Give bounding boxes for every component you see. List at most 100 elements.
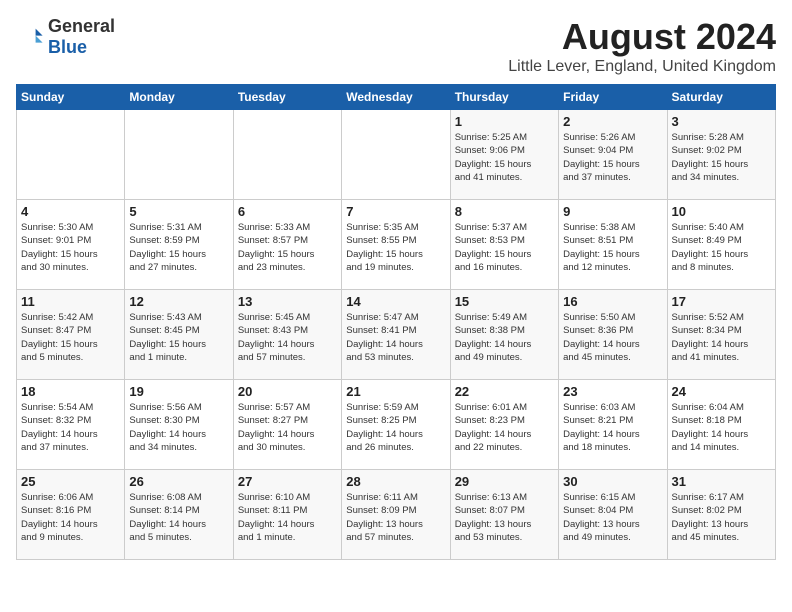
day-detail: Sunrise: 5:38 AM Sunset: 8:51 PM Dayligh… — [563, 221, 662, 274]
calendar-cell — [125, 110, 233, 200]
day-detail: Sunrise: 6:08 AM Sunset: 8:14 PM Dayligh… — [129, 491, 228, 544]
day-detail: Sunrise: 5:52 AM Sunset: 8:34 PM Dayligh… — [672, 311, 771, 364]
calendar-cell: 20Sunrise: 5:57 AM Sunset: 8:27 PM Dayli… — [233, 380, 341, 470]
day-number: 3 — [672, 114, 771, 129]
logo-blue-text: Blue — [48, 37, 87, 57]
day-detail: Sunrise: 6:11 AM Sunset: 8:09 PM Dayligh… — [346, 491, 445, 544]
calendar-week-row: 18Sunrise: 5:54 AM Sunset: 8:32 PM Dayli… — [17, 380, 776, 470]
calendar-cell: 22 Sunrise: 6:01 AM Sunset: 8:23 PM Dayli… — [450, 380, 558, 470]
calendar-cell: 17 Sunrise: 5:52 AM Sunset: 8:34 PM Dayli… — [667, 290, 775, 380]
day-detail: Sunrise: 5:47 AM Sunset: 8:41 PM Dayligh… — [346, 311, 445, 364]
day-detail: Sunrise: 5:33 AM Sunset: 8:57 PM Dayligh… — [238, 221, 337, 274]
day-of-week-header: Saturday — [667, 85, 775, 110]
day-number: 6 — [238, 204, 337, 219]
calendar-cell: 11Sunrise: 5:42 AM Sunset: 8:47 PM Dayli… — [17, 290, 125, 380]
calendar-cell: 25Sunrise: 6:06 AM Sunset: 8:16 PM Dayli… — [17, 470, 125, 560]
day-of-week-header: Wednesday — [342, 85, 450, 110]
day-detail: Sunrise: 5:35 AM Sunset: 8:55 PM Dayligh… — [346, 221, 445, 274]
calendar-cell: 6 Sunrise: 5:33 AM Sunset: 8:57 PM Daylig… — [233, 200, 341, 290]
day-number: 7 — [346, 204, 445, 219]
calendar-cell — [233, 110, 341, 200]
day-detail: Sunrise: 5:40 AM Sunset: 8:49 PM Dayligh… — [672, 221, 771, 274]
day-number: 26 — [129, 474, 228, 489]
calendar-cell: 23Sunrise: 6:03 AM Sunset: 8:21 PM Dayli… — [559, 380, 667, 470]
calendar-cell: 13 Sunrise: 5:45 AM Sunset: 8:43 PM Dayli… — [233, 290, 341, 380]
logo-general-text: General — [48, 16, 115, 36]
calendar-week-row: 11Sunrise: 5:42 AM Sunset: 8:47 PM Dayli… — [17, 290, 776, 380]
day-number: 10 — [672, 204, 771, 219]
calendar-cell: 30Sunrise: 6:15 AM Sunset: 8:04 PM Dayli… — [559, 470, 667, 560]
day-detail: Sunrise: 5:57 AM Sunset: 8:27 PM Dayligh… — [238, 401, 337, 454]
calendar-cell: 10 Sunrise: 5:40 AM Sunset: 8:49 PM Dayli… — [667, 200, 775, 290]
calendar-week-row: 25Sunrise: 6:06 AM Sunset: 8:16 PM Dayli… — [17, 470, 776, 560]
calendar-cell: 3 Sunrise: 5:28 AM Sunset: 9:02 PM Daylig… — [667, 110, 775, 200]
calendar-cell: 26 Sunrise: 6:08 AM Sunset: 8:14 PM Dayli… — [125, 470, 233, 560]
calendar-cell: 2 Sunrise: 5:26 AM Sunset: 9:04 PM Daylig… — [559, 110, 667, 200]
day-number: 13 — [238, 294, 337, 309]
day-detail: Sunrise: 6:01 AM Sunset: 8:23 PM Dayligh… — [455, 401, 554, 454]
day-number: 5 — [129, 204, 228, 219]
day-number: 19 — [129, 384, 228, 399]
day-number: 29 — [455, 474, 554, 489]
day-number: 4 — [21, 204, 120, 219]
calendar-cell: 5Sunrise: 5:31 AM Sunset: 8:59 PM Daylig… — [125, 200, 233, 290]
page-header: General Blue August 2024 Little Lever, E… — [16, 16, 776, 76]
calendar-cell: 15 Sunrise: 5:49 AM Sunset: 8:38 PM Dayli… — [450, 290, 558, 380]
calendar-cell: 12 Sunrise: 5:43 AM Sunset: 8:45 PM Dayli… — [125, 290, 233, 380]
day-detail: Sunrise: 5:28 AM Sunset: 9:02 PM Dayligh… — [672, 131, 771, 184]
logo: General Blue — [16, 16, 115, 58]
calendar-cell: 7 Sunrise: 5:35 AM Sunset: 8:55 PM Daylig… — [342, 200, 450, 290]
day-number: 18 — [21, 384, 120, 399]
day-number: 12 — [129, 294, 228, 309]
day-number: 27 — [238, 474, 337, 489]
calendar-cell: 24 Sunrise: 6:04 AM Sunset: 8:18 PM Dayli… — [667, 380, 775, 470]
day-detail: Sunrise: 5:49 AM Sunset: 8:38 PM Dayligh… — [455, 311, 554, 364]
calendar-cell: 9 Sunrise: 5:38 AM Sunset: 8:51 PM Daylig… — [559, 200, 667, 290]
day-number: 2 — [563, 114, 662, 129]
calendar-cell: 19Sunrise: 5:56 AM Sunset: 8:30 PM Dayli… — [125, 380, 233, 470]
day-number: 9 — [563, 204, 662, 219]
calendar-week-row: 4 Sunrise: 5:30 AM Sunset: 9:01 PM Daylig… — [17, 200, 776, 290]
calendar-cell: 8Sunrise: 5:37 AM Sunset: 8:53 PM Daylig… — [450, 200, 558, 290]
calendar-cell: 16Sunrise: 5:50 AM Sunset: 8:36 PM Dayli… — [559, 290, 667, 380]
day-number: 11 — [21, 294, 120, 309]
calendar-cell — [17, 110, 125, 200]
day-number: 1 — [455, 114, 554, 129]
calendar-cell: 28 Sunrise: 6:11 AM Sunset: 8:09 PM Dayli… — [342, 470, 450, 560]
logo-icon — [16, 23, 44, 51]
month-year-title: August 2024 — [508, 16, 776, 58]
title-block: August 2024 Little Lever, England, Unite… — [508, 16, 776, 76]
day-of-week-header: Thursday — [450, 85, 558, 110]
calendar-cell: 27 Sunrise: 6:10 AM Sunset: 8:11 PM Dayli… — [233, 470, 341, 560]
day-detail: Sunrise: 6:06 AM Sunset: 8:16 PM Dayligh… — [21, 491, 120, 544]
day-detail: Sunrise: 5:43 AM Sunset: 8:45 PM Dayligh… — [129, 311, 228, 364]
day-number: 30 — [563, 474, 662, 489]
day-number: 24 — [672, 384, 771, 399]
day-number: 22 — [455, 384, 554, 399]
calendar-week-row: 1 Sunrise: 5:25 AM Sunset: 9:06 PM Daylig… — [17, 110, 776, 200]
calendar-cell — [342, 110, 450, 200]
day-detail: Sunrise: 5:30 AM Sunset: 9:01 PM Dayligh… — [21, 221, 120, 274]
calendar-cell: 18Sunrise: 5:54 AM Sunset: 8:32 PM Dayli… — [17, 380, 125, 470]
day-number: 28 — [346, 474, 445, 489]
day-of-week-header: Monday — [125, 85, 233, 110]
calendar-cell: 31Sunrise: 6:17 AM Sunset: 8:02 PM Dayli… — [667, 470, 775, 560]
day-detail: Sunrise: 6:17 AM Sunset: 8:02 PM Dayligh… — [672, 491, 771, 544]
day-detail: Sunrise: 6:04 AM Sunset: 8:18 PM Dayligh… — [672, 401, 771, 454]
day-detail: Sunrise: 5:50 AM Sunset: 8:36 PM Dayligh… — [563, 311, 662, 364]
day-of-week-header: Sunday — [17, 85, 125, 110]
day-number: 23 — [563, 384, 662, 399]
day-detail: Sunrise: 5:26 AM Sunset: 9:04 PM Dayligh… — [563, 131, 662, 184]
day-detail: Sunrise: 5:45 AM Sunset: 8:43 PM Dayligh… — [238, 311, 337, 364]
day-of-week-header: Tuesday — [233, 85, 341, 110]
calendar-cell: 14 Sunrise: 5:47 AM Sunset: 8:41 PM Dayli… — [342, 290, 450, 380]
day-number: 8 — [455, 204, 554, 219]
day-detail: Sunrise: 5:25 AM Sunset: 9:06 PM Dayligh… — [455, 131, 554, 184]
day-number: 15 — [455, 294, 554, 309]
day-number: 14 — [346, 294, 445, 309]
day-detail: Sunrise: 6:10 AM Sunset: 8:11 PM Dayligh… — [238, 491, 337, 544]
day-number: 17 — [672, 294, 771, 309]
day-detail: Sunrise: 5:59 AM Sunset: 8:25 PM Dayligh… — [346, 401, 445, 454]
day-detail: Sunrise: 6:13 AM Sunset: 8:07 PM Dayligh… — [455, 491, 554, 544]
calendar-cell: 29 Sunrise: 6:13 AM Sunset: 8:07 PM Dayli… — [450, 470, 558, 560]
